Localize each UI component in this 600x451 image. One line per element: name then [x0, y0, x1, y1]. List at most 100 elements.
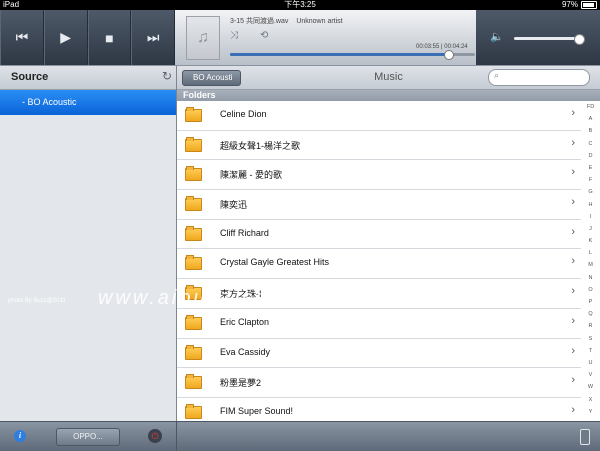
- status-bar: iPad 下午3:25 97%: [0, 0, 600, 10]
- alphabet-index[interactable]: FDABCDEFGHIJKLMNOPQRSTUVWXYZ#: [581, 101, 600, 439]
- browser-header: BO Acousti Music ⌕: [177, 66, 600, 90]
- chevron-right-icon: ›: [571, 107, 575, 119]
- index-letter[interactable]: D: [589, 150, 593, 162]
- music-note-icon: ♫: [197, 29, 209, 46]
- list-item[interactable]: 陳奕迅 ›: [177, 190, 581, 220]
- watermark-copyright: copyright 2011 aibuzz.com all rights res…: [356, 302, 476, 308]
- chevron-right-icon: ›: [571, 374, 575, 387]
- index-letter[interactable]: B: [589, 125, 593, 137]
- list-item[interactable]: Celine Dion ›: [177, 101, 581, 131]
- folder-name: Eva Cassidy: [220, 346, 271, 357]
- refresh-icon[interactable]: ↻: [162, 69, 172, 83]
- index-letter[interactable]: N: [589, 272, 593, 284]
- list-item[interactable]: Eva Cassidy ›: [177, 339, 581, 369]
- folder-icon: [185, 107, 202, 122]
- index-letter[interactable]: U: [589, 357, 593, 369]
- elapsed-time: 00:03:55: [416, 44, 440, 50]
- folder-icon: [185, 374, 202, 390]
- index-letter[interactable]: R: [589, 320, 593, 332]
- remote-icon[interactable]: [580, 429, 590, 445]
- shuffle-icon[interactable]: ⤨: [230, 30, 238, 41]
- index-letter[interactable]: C: [589, 138, 593, 150]
- index-letter[interactable]: T: [589, 345, 592, 357]
- index-letter[interactable]: V: [589, 369, 593, 381]
- folder-icon: [185, 136, 202, 152]
- list-item[interactable]: Crystal Gayle Greatest Hits ›: [177, 249, 581, 280]
- index-letter[interactable]: A: [589, 113, 593, 125]
- folder-icon: [185, 255, 202, 271]
- index-letter[interactable]: H: [589, 199, 593, 211]
- album-art: ♫: [186, 16, 220, 60]
- index-letter[interactable]: O: [588, 284, 592, 296]
- previous-button[interactable]: ⏮: [0, 10, 44, 65]
- list-item[interactable]: Eric Clapton ›: [177, 309, 581, 339]
- folder-list: Celine Dion › 超級女聲1-楊洋之歌 › 陳潔麗 - 愛的歌 › 陳奕迅 › Cli…: [177, 101, 581, 428]
- index-letter[interactable]: Q: [588, 308, 592, 320]
- stop-button[interactable]: ■: [87, 10, 132, 65]
- index-letter[interactable]: S: [589, 333, 593, 345]
- index-letter[interactable]: P: [589, 296, 593, 308]
- index-letter[interactable]: G: [588, 186, 592, 198]
- next-button[interactable]: ⏭: [131, 10, 175, 65]
- play-button[interactable]: ▶: [43, 10, 88, 65]
- progress-slider[interactable]: [230, 50, 475, 60]
- source-header: Source ↻: [0, 66, 176, 90]
- track-title: 3-15 共同渡過.wav: [230, 18, 289, 25]
- player-bar: ⏮ ▶ ■ ⏭ ♫ 3-15 共同渡過.wav Unknown artist ⤨…: [0, 10, 600, 66]
- section-header-folders: Folders: [177, 90, 600, 101]
- progress-fill: [230, 53, 449, 56]
- source-title: Source: [11, 71, 49, 83]
- watermark-credit: photo By Buzz@2011: [8, 298, 66, 304]
- volume-knob[interactable]: [573, 34, 585, 45]
- progress-knob[interactable]: [444, 50, 455, 60]
- chevron-right-icon: ›: [571, 285, 575, 298]
- folder-name: 粉墨是夢2: [220, 378, 262, 389]
- index-letter[interactable]: K: [589, 235, 593, 247]
- list-item[interactable]: 陳潔麗 - 愛的歌 ›: [177, 160, 581, 191]
- chevron-right-icon: ›: [571, 344, 575, 357]
- folder-name: Cliff Richard: [220, 227, 269, 238]
- list-item[interactable]: 粉墨是夢2 ›: [177, 368, 581, 398]
- volume-slider[interactable]: [514, 34, 585, 45]
- index-letter[interactable]: X: [589, 394, 593, 406]
- index-letter[interactable]: FD: [587, 101, 594, 113]
- info-icon[interactable]: i: [14, 430, 26, 442]
- list-item[interactable]: Cliff Richard ›: [177, 220, 581, 250]
- chevron-right-icon: ›: [571, 403, 575, 416]
- folder-name: 陳潔麗 - 愛的歌: [220, 170, 282, 181]
- index-letter[interactable]: M: [588, 259, 593, 271]
- source-item-bo-acoustic[interactable]: - BO Acoustic: [0, 90, 176, 115]
- index-letter[interactable]: W: [588, 381, 593, 393]
- transport-controls: ⏮ ▶ ■ ⏭: [0, 10, 175, 65]
- folder-name: FIM Super Sound!: [220, 405, 294, 416]
- chevron-right-icon: ›: [571, 225, 575, 238]
- device-button[interactable]: OPPO...: [56, 428, 120, 446]
- index-letter[interactable]: E: [589, 162, 593, 174]
- volume-control: 🔈: [476, 10, 600, 65]
- index-letter[interactable]: F: [589, 174, 592, 186]
- list-item[interactable]: 超級女聲1-楊洋之歌 ›: [177, 131, 581, 161]
- status-right: 97%: [562, 0, 597, 10]
- battery-icon: [581, 1, 597, 9]
- watermark-url: www.aibuzz.com: [98, 287, 289, 309]
- chevron-right-icon: ›: [571, 196, 575, 209]
- index-letter[interactable]: L: [589, 247, 592, 259]
- power-icon[interactable]: ⏻: [148, 429, 162, 443]
- playback-mode-controls: ⤨ ⟲: [230, 30, 268, 41]
- index-letter[interactable]: J: [589, 223, 592, 235]
- skip-back-icon: ⏮: [15, 29, 29, 45]
- folder-name: Celine Dion: [220, 109, 267, 119]
- folder-icon: [185, 344, 202, 360]
- folder-icon: [185, 403, 202, 419]
- toolbar-divider: [176, 422, 177, 451]
- battery-percent: 97%: [561, 0, 578, 9]
- index-letter[interactable]: Y: [589, 406, 593, 418]
- bottom-toolbar: i OPPO... ⏻: [0, 421, 600, 451]
- repeat-icon[interactable]: ⟲: [260, 30, 268, 41]
- play-icon: ▶: [60, 29, 72, 45]
- folder-name: Crystal Gayle Greatest Hits: [220, 257, 330, 268]
- folder-name: 超級女聲1-楊洋之歌: [220, 140, 301, 151]
- index-letter[interactable]: I: [590, 211, 592, 223]
- search-input[interactable]: ⌕: [488, 69, 590, 86]
- track-info: 3-15 共同渡過.wav Unknown artist: [230, 16, 349, 26]
